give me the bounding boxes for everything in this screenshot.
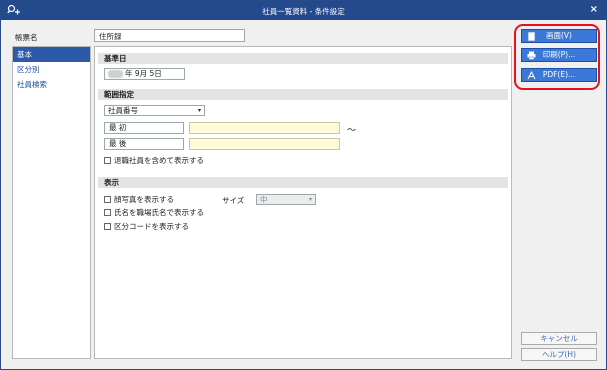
checkbox-box xyxy=(104,223,111,230)
title-bar: 社員一覧資料 - 条件設定 × xyxy=(1,1,606,20)
dialog-window: 社員一覧資料 - 条件設定 × 帳票名 住所録 基本 区分別 社員検索 基準日 … xyxy=(0,0,607,370)
window-title: 社員一覧資料 - 条件設定 xyxy=(262,7,345,16)
name-by-title-label: 氏名を職場氏名で表示する xyxy=(114,208,204,217)
report-name-label: 帳票名 xyxy=(15,33,38,42)
range-first-input[interactable] xyxy=(189,122,340,134)
print-button[interactable]: 印刷(P)... xyxy=(521,48,597,62)
category-sidebar: 基本 区分別 社員検索 xyxy=(12,46,91,359)
sidebar-item-employee-search[interactable]: 社員検索 xyxy=(13,77,90,92)
range-heading: 範囲指定 xyxy=(98,89,508,100)
print-button-label: 印刷(P)... xyxy=(542,50,576,59)
name-by-title-checkbox[interactable]: 氏名を職場氏名で表示する xyxy=(104,208,204,219)
help-button[interactable]: ヘルプ(H) xyxy=(521,348,597,361)
redacted-era xyxy=(108,70,123,78)
range-first-label: 最 初 xyxy=(104,122,184,134)
checkbox-box xyxy=(104,157,111,164)
include-retired-label: 退職社員を含めて表示する xyxy=(114,156,204,165)
show-photo-label: 顔写真を表示する xyxy=(114,195,174,204)
size-value: 中 xyxy=(260,195,268,204)
cancel-button[interactable]: キャンセル xyxy=(521,332,597,345)
checkbox-box xyxy=(104,196,111,203)
pdf-icon xyxy=(527,71,536,80)
show-photo-checkbox[interactable]: 顔写真を表示する xyxy=(104,195,174,206)
screen-button[interactable]: 画面(V) xyxy=(521,29,597,43)
sidebar-item-basic[interactable]: 基本 xyxy=(13,47,90,62)
base-date-field[interactable]: 年 9月 5日 xyxy=(104,68,185,80)
range-last-label: 最 後 xyxy=(104,138,184,150)
size-label: サイズ xyxy=(222,196,245,205)
display-heading: 表示 xyxy=(98,177,508,188)
sidebar-item-category[interactable]: 区分別 xyxy=(13,62,90,77)
base-date-heading: 基準日 xyxy=(98,53,508,64)
document-icon xyxy=(528,32,535,41)
pdf-button[interactable]: PDF(E)... xyxy=(521,68,597,82)
range-last-input[interactable] xyxy=(189,138,340,150)
range-tilde: 〜 xyxy=(347,126,357,136)
include-retired-checkbox[interactable]: 退職社員を含めて表示する xyxy=(104,156,204,167)
screen-button-label: 画面(V) xyxy=(546,31,572,40)
range-key-select[interactable]: 社員番号 ▾ xyxy=(104,105,205,116)
pdf-button-label: PDF(E)... xyxy=(542,70,576,79)
chevron-down-icon: ▾ xyxy=(197,107,201,114)
report-name-field[interactable]: 住所録 xyxy=(94,29,245,42)
range-key-value: 社員番号 xyxy=(108,106,138,115)
settings-panel: 基準日 年 9月 5日 範囲指定 社員番号 ▾ 最 初 〜 最 後 退職社員を含… xyxy=(94,46,512,359)
size-select[interactable]: 中 ▾ xyxy=(256,194,316,205)
chevron-down-icon: ▾ xyxy=(308,196,312,203)
base-date-value: 年 9月 5日 xyxy=(125,69,162,78)
close-icon[interactable]: × xyxy=(590,4,598,15)
show-category-code-checkbox[interactable]: 区分コードを表示する xyxy=(104,222,189,233)
checkbox-box xyxy=(104,209,111,216)
show-category-code-label: 区分コードを表示する xyxy=(114,222,189,231)
printer-icon xyxy=(527,51,536,60)
